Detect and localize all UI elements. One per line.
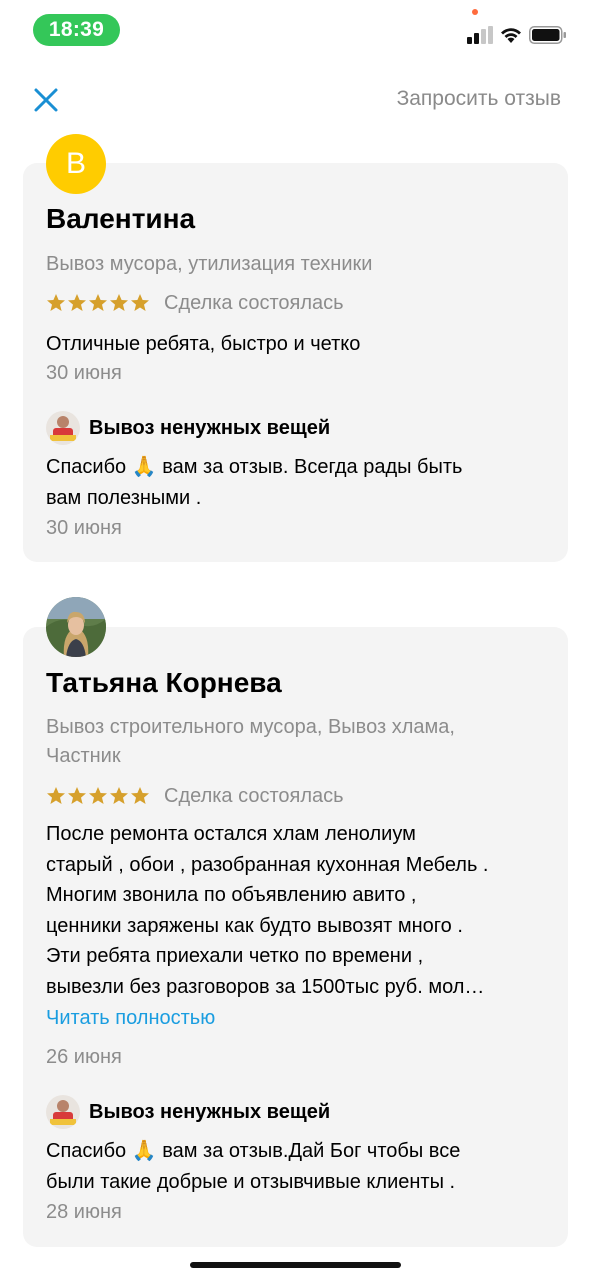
pray-emoji-icon: 🙏 [131, 1140, 157, 1162]
reply-text-rest: вам за отзыв. Всегда рады быть [162, 456, 463, 478]
review-rating: Сделка состоялась [46, 288, 344, 318]
star-icon [47, 294, 65, 311]
reviewer-name: Валентина [46, 203, 196, 234]
reply-author: Вывоз ненужных вещей [89, 416, 331, 439]
reviewer-avatar [46, 597, 106, 657]
company-avatar [46, 411, 80, 445]
review-category-line: Частник [46, 745, 121, 767]
reply-text-rest: вам за отзыв.Дай Бог чтобы все [162, 1140, 461, 1162]
reviewer-name: Татьяна Корнева [46, 667, 282, 698]
wifi-icon [501, 28, 521, 43]
review-text-line: После ремонта остался хлам ленолиум [46, 823, 416, 845]
review-text-line: вывезли без разговоров за 1500тыс руб. м… [46, 975, 485, 998]
review-date: 26 июня [46, 1046, 122, 1068]
reply-text-line2: вам полезными . [46, 486, 202, 509]
battery-icon [529, 26, 566, 44]
review-text: Отличные ребята, быстро и четко [46, 333, 361, 355]
company-avatar [46, 1095, 80, 1129]
review-rating: Сделка состоялась [46, 781, 344, 811]
reply-text-line2: были такие добрые и отзывчивые клиенты . [46, 1170, 456, 1193]
review-category: Вывоз строительного мусора, Вывоз хлама,… [46, 713, 455, 771]
reply-date: 30 июня [46, 517, 122, 539]
reviews-screen: 18:39 Запросить отзыв Валентина Вывоз му… [0, 0, 591, 1280]
mic-indicator-icon [472, 9, 478, 15]
status-time[interactable]: 18:39 [33, 14, 120, 46]
review-date: 30 июня [46, 362, 122, 384]
review-category: Вывоз мусора, утилизация техники [46, 253, 373, 275]
review-text-line: Эти ребята приехали четко по времени , [46, 945, 424, 967]
reply-header: Вывоз ненужных вещей [46, 411, 330, 445]
review-text-line: старый , обои , разобранная кухонная Меб… [46, 853, 489, 876]
rating-stars [46, 786, 150, 806]
close-icon[interactable] [30, 84, 62, 116]
rating-stars [46, 293, 150, 313]
reply-text: Спасибо 🙏 вам за отзыв.Дай Бог чтобы все… [46, 1136, 556, 1197]
star-icon [68, 294, 86, 311]
star-icon [89, 294, 107, 311]
status-bar: 18:39 [0, 0, 591, 60]
star-icon [131, 294, 149, 311]
star-icon [89, 787, 107, 804]
star-icon [68, 787, 86, 804]
review-card: Татьяна Корнева Вывоз строительного мусо… [23, 627, 568, 1247]
reply-text-start: Спасибо [46, 1140, 127, 1162]
star-icon [131, 787, 149, 804]
deal-status: Сделка состоялась [164, 784, 344, 807]
read-more-link[interactable]: Читать полностью [46, 1007, 215, 1030]
review-text-line: ценники заряжены как будто вывозят много… [46, 914, 463, 937]
review-card: Валентина Вывоз мусора, утилизация техни… [23, 163, 568, 562]
signal-icon [467, 26, 493, 44]
reply-header: Вывоз ненужных вещей [46, 1095, 330, 1129]
review-category-line: Вывоз строительного мусора, Вывоз хлама, [46, 716, 455, 738]
reply-text-start: Спасибо [46, 456, 127, 478]
star-icon [110, 787, 128, 804]
reply-author: Вывоз ненужных вещей [89, 1100, 331, 1123]
reply-date: 28 июня [46, 1201, 122, 1223]
reply-text: Спасибо 🙏 вам за отзыв. Всегда рады быть… [46, 452, 546, 513]
deal-status: Сделка состоялась [164, 291, 344, 314]
star-icon [110, 294, 128, 311]
home-indicator[interactable] [190, 1262, 401, 1268]
pray-emoji-icon: 🙏 [131, 456, 157, 478]
review-text: После ремонта остался хлам ленолиум стар… [46, 819, 556, 1002]
review-text-line: Многим звонила по объявлению авито , [46, 884, 417, 906]
reviewer-avatar: В [46, 134, 106, 194]
star-icon [47, 787, 65, 804]
request-review-link[interactable]: Запросить отзыв [397, 87, 561, 111]
